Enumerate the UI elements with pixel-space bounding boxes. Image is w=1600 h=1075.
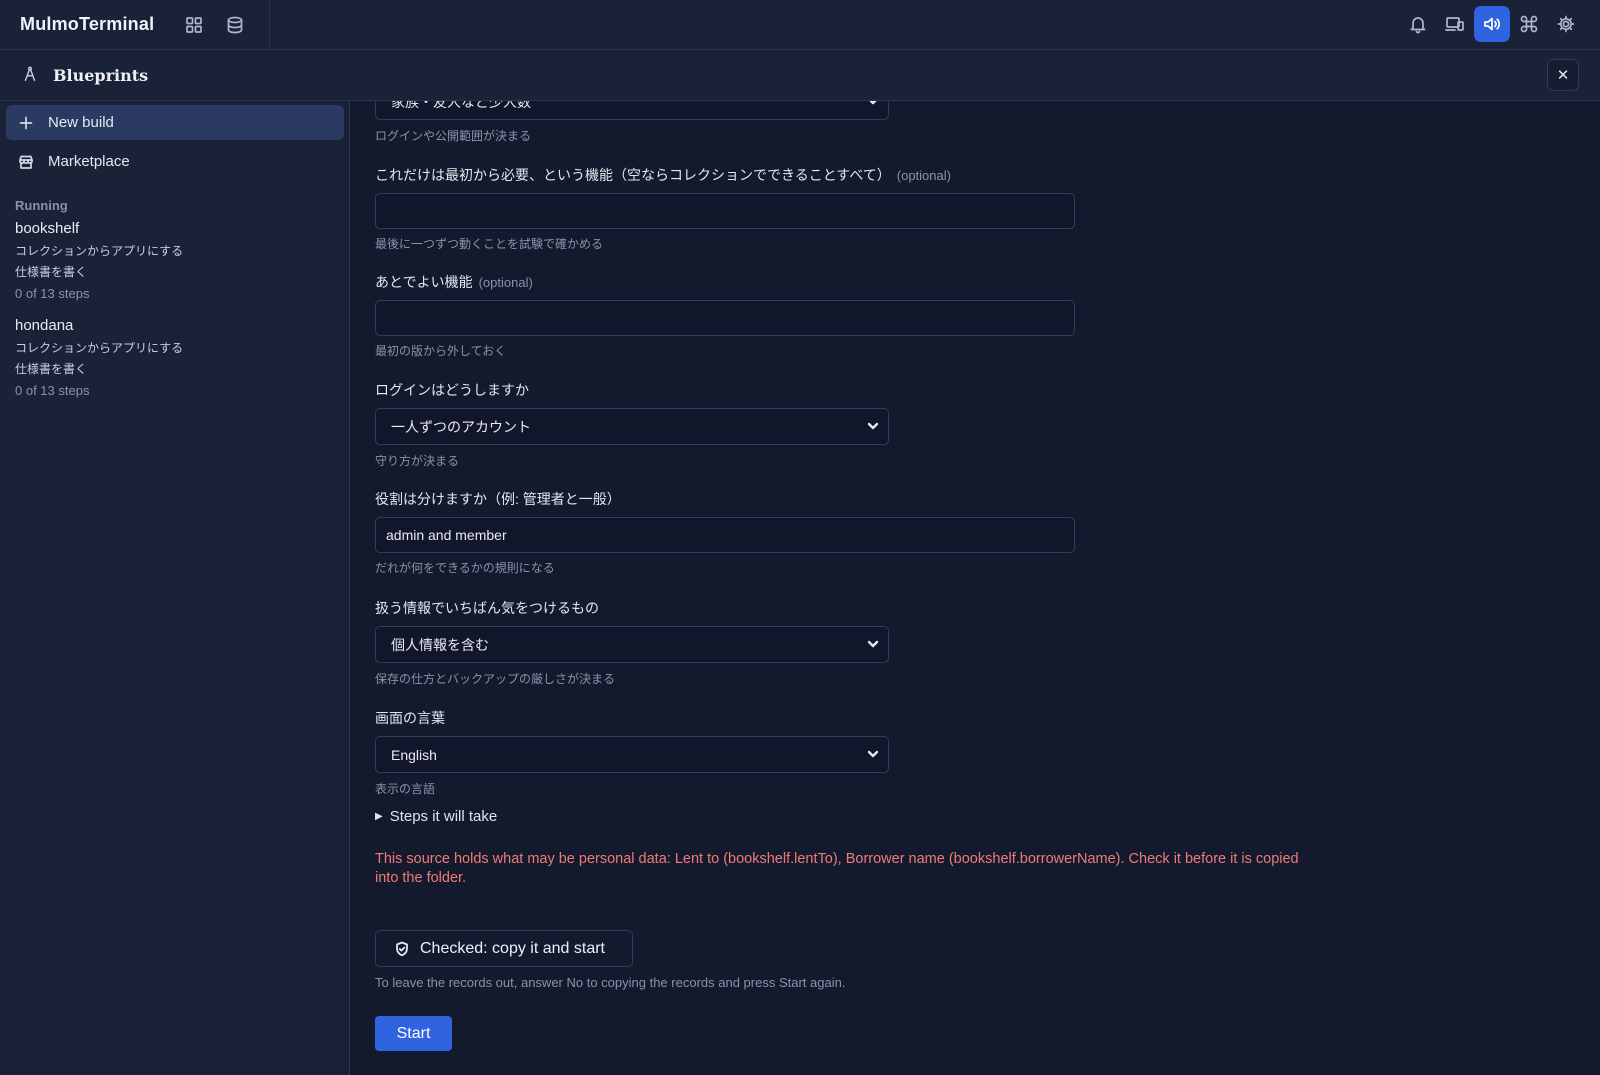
roles-hint: だれが何をできるかの規則になる: [375, 561, 555, 575]
sensitive-data-hint: 保存の仕方とバックアップの厳しさが決まる: [375, 672, 616, 686]
start-button[interactable]: Start: [375, 1016, 452, 1051]
login-label: ログインはどうしますか: [375, 382, 529, 398]
personal-data-warning: This source holds what may be personal d…: [375, 851, 1299, 886]
blueprint-form: 家族・友人など少人数 ログインや公開範囲が決まる これだけは最初から必要、という…: [350, 101, 1600, 1075]
database-icon[interactable]: [217, 7, 253, 43]
chevron-down-icon: [866, 419, 880, 433]
later-features-input[interactable]: [375, 300, 1075, 336]
roles-input[interactable]: admin and member: [375, 517, 1075, 553]
running-section-label: Running: [15, 198, 68, 213]
running-item-step: 仕様書を書く: [15, 265, 88, 279]
must-have-input[interactable]: [375, 193, 1075, 229]
optional-tag: (optional): [896, 168, 951, 183]
speaker-icon[interactable]: [1474, 6, 1510, 42]
running-item-name: hondana: [15, 317, 74, 334]
app-title: MulmoTerminal: [20, 14, 155, 34]
new-build-label: New build: [48, 114, 114, 131]
sensitive-data-value: 個人情報を含む: [391, 636, 489, 653]
login-select-value: 一人ずつのアカウント: [391, 418, 531, 435]
chevron-down-icon: [866, 747, 880, 761]
blueprints-header: Blueprints ✕: [0, 50, 1600, 101]
sensitive-data-label: 扱う情報でいちばん気をつけるもの: [375, 600, 599, 616]
marketplace-label: Marketplace: [48, 153, 130, 170]
bell-icon[interactable]: [1400, 6, 1436, 42]
audience-select-value: 家族・友人など少人数: [391, 101, 531, 110]
page-title: Blueprints: [53, 65, 149, 85]
top-bar: MulmoTerminal: [0, 0, 1600, 50]
compass-icon: [21, 65, 41, 85]
leave-records-note: To leave the records out, answer No to c…: [375, 975, 846, 990]
close-button[interactable]: ✕: [1547, 59, 1579, 91]
later-features-label: あとでよい機能 (optional): [375, 272, 533, 292]
running-item-step: 仕様書を書く: [15, 362, 88, 376]
login-hint: 守り方が決まる: [375, 454, 460, 468]
steps-toggle-label: Steps it will take: [389, 808, 498, 825]
running-item-progress: 0 of 13 steps: [15, 383, 90, 398]
new-build-button[interactable]: New build: [6, 105, 344, 140]
grid-icon[interactable]: [176, 7, 212, 43]
devices-icon[interactable]: [1437, 6, 1473, 42]
plus-icon: [17, 115, 35, 131]
language-select[interactable]: English: [375, 736, 889, 773]
triangle-right-icon: ▶: [375, 811, 383, 822]
top-left-toolbar: [176, 0, 271, 50]
login-select[interactable]: 一人ずつのアカウント: [375, 408, 889, 445]
must-have-label-text: これだけは最初から必要、という機能（空ならコレクションでできることすべて）: [375, 167, 891, 183]
steps-toggle[interactable]: ▶ Steps it will take: [375, 808, 497, 825]
running-item-stage: コレクションからアプリにする: [15, 244, 184, 258]
gear-icon[interactable]: [1548, 6, 1584, 42]
must-have-label: これだけは最初から必要、という機能（空ならコレクションでできることすべて） (op…: [375, 165, 951, 185]
running-item-name: bookshelf: [15, 220, 80, 237]
language-select-value: English: [391, 746, 437, 763]
checked-copy-start-label: Checked: copy it and start: [420, 939, 605, 957]
top-right-toolbar: [1400, 6, 1584, 42]
running-item-hondana[interactable]: hondana コレクションからアプリにする 仕様書を書く 0 of 13 st…: [15, 317, 335, 401]
running-item-bookshelf[interactable]: bookshelf コレクションからアプリにする 仕様書を書く 0 of 13 …: [15, 220, 335, 304]
shield-check-icon: [394, 941, 410, 957]
running-item-stage: コレクションからアプリにする: [15, 341, 184, 355]
sensitive-data-select[interactable]: 個人情報を含む: [375, 626, 889, 663]
sidebar: New build Marketplace Running bookshelf …: [0, 101, 350, 1075]
must-have-hint: 最後に一つずつ動くことを試験で確かめる: [375, 237, 604, 251]
running-item-progress: 0 of 13 steps: [15, 286, 90, 301]
command-icon[interactable]: [1511, 6, 1547, 42]
chevron-down-icon: [866, 101, 880, 108]
language-hint: 表示の言語: [375, 782, 436, 796]
optional-tag: (optional): [478, 275, 533, 290]
roles-label: 役割は分けますか（例: 管理者と一般）: [375, 491, 621, 507]
store-icon: [17, 154, 35, 170]
later-features-hint: 最初の版から外しておく: [375, 344, 507, 358]
language-label: 画面の言葉: [375, 710, 445, 726]
marketplace-link[interactable]: Marketplace: [6, 144, 344, 179]
audience-select[interactable]: 家族・友人など少人数: [375, 101, 889, 120]
checked-copy-start-button[interactable]: Checked: copy it and start: [375, 930, 633, 967]
chevron-down-icon: [866, 637, 880, 651]
audience-hint: ログインや公開範囲が決まる: [375, 129, 532, 143]
later-features-label-text: あとでよい機能: [375, 274, 473, 290]
